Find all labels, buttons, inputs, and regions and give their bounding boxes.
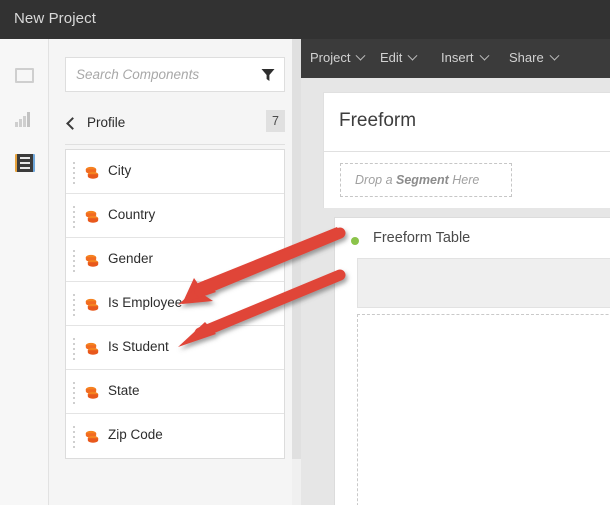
list-item-label: State bbox=[108, 383, 140, 398]
components-scrollbar[interactable] bbox=[292, 39, 301, 505]
rail-item-panel[interactable] bbox=[0, 55, 49, 95]
drag-handle-icon[interactable] bbox=[73, 426, 76, 448]
chevron-down-icon bbox=[407, 50, 418, 61]
chevron-down-icon bbox=[356, 50, 366, 61]
dimension-icon bbox=[85, 342, 99, 355]
menu-item-project[interactable]: Project bbox=[310, 50, 366, 68]
table-drop-zone[interactable] bbox=[357, 314, 610, 505]
filter-icon[interactable] bbox=[261, 68, 275, 82]
list-item-label: Gender bbox=[108, 251, 154, 266]
list-item[interactable]: Country bbox=[66, 194, 284, 238]
panel-title: Freeform Table bbox=[373, 230, 471, 246]
left-icon-rail bbox=[0, 39, 49, 505]
list-item[interactable]: Is Employee bbox=[66, 282, 284, 326]
segment-drop-emphasis: Segment bbox=[396, 173, 449, 187]
freeform-table-panel: Freeform Table bbox=[334, 217, 610, 505]
app-window: New Project Profile 7 bbox=[0, 0, 610, 505]
table-icon bbox=[14, 154, 35, 172]
rail-item-chart[interactable] bbox=[0, 99, 49, 139]
project-title: New Project bbox=[14, 10, 96, 27]
list-item[interactable]: City bbox=[66, 150, 284, 194]
group-count-badge: 7 bbox=[266, 110, 285, 132]
dimension-icon bbox=[85, 210, 99, 223]
list-item-label: Country bbox=[108, 207, 156, 222]
menu-bar: Project Edit Insert Share bbox=[301, 39, 610, 78]
menu-item-label: Share bbox=[509, 50, 544, 65]
status-dot bbox=[351, 237, 359, 245]
list-item-label: Zip Code bbox=[108, 427, 163, 442]
list-item[interactable]: Is Student bbox=[66, 326, 284, 370]
menu-item-label: Edit bbox=[380, 50, 403, 65]
segment-drop-label: Drop a Segment Here bbox=[355, 173, 479, 187]
drag-handle-icon[interactable] bbox=[73, 162, 76, 184]
project-name: Freeform bbox=[339, 110, 417, 131]
list-item-label: Is Employee bbox=[108, 295, 183, 310]
drag-handle-icon[interactable] bbox=[73, 250, 76, 272]
segment-drop-suffix: Here bbox=[448, 173, 480, 187]
dimension-icon bbox=[85, 430, 99, 443]
components-list: City Country Gender Is Employee Is Stude… bbox=[65, 149, 285, 459]
list-item-label: City bbox=[108, 163, 132, 178]
drag-handle-icon[interactable] bbox=[73, 382, 76, 404]
menu-item-label: Project bbox=[310, 50, 351, 65]
list-item[interactable]: Zip Code bbox=[66, 414, 284, 458]
scrollbar-thumb[interactable] bbox=[292, 39, 301, 459]
menu-item-share[interactable]: Share bbox=[509, 50, 560, 68]
segment-drop-zone[interactable]: Drop a Segment Here bbox=[340, 163, 512, 197]
search-input[interactable] bbox=[66, 58, 256, 91]
dimension-icon bbox=[85, 298, 99, 311]
chevron-left-icon[interactable] bbox=[66, 117, 79, 130]
list-item[interactable]: Gender bbox=[66, 238, 284, 282]
dimension-icon bbox=[85, 386, 99, 399]
menu-item-insert[interactable]: Insert bbox=[441, 50, 489, 68]
group-name: Profile bbox=[87, 115, 126, 130]
components-panel: Profile 7 City bbox=[50, 39, 301, 505]
project-canvas: Freeform Drop a Segment Here Freeform Ta… bbox=[301, 78, 610, 505]
rail-item-table[interactable] bbox=[0, 143, 49, 183]
table-header-band bbox=[357, 258, 610, 308]
project-header-card: Freeform bbox=[323, 92, 610, 152]
search-components-wrap bbox=[65, 57, 285, 92]
list-item-label: Is Student bbox=[108, 339, 169, 354]
chart-icon bbox=[15, 111, 34, 127]
title-bar: New Project bbox=[0, 0, 610, 39]
workspace: Project Edit Insert Share Freeform Drop … bbox=[301, 39, 610, 505]
chevron-down-icon bbox=[479, 50, 489, 61]
drag-handle-icon[interactable] bbox=[73, 338, 76, 360]
panel-icon bbox=[15, 67, 34, 83]
dimension-icon bbox=[85, 166, 99, 179]
menu-item-edit[interactable]: Edit bbox=[380, 50, 418, 68]
chevron-down-icon bbox=[549, 50, 560, 61]
segment-drop-prefix: Drop a bbox=[355, 173, 396, 187]
drag-handle-icon[interactable] bbox=[73, 206, 76, 228]
list-item[interactable]: State bbox=[66, 370, 284, 414]
menu-item-label: Insert bbox=[441, 50, 474, 65]
component-group-header: Profile 7 bbox=[65, 109, 285, 145]
drag-handle-icon[interactable] bbox=[73, 294, 76, 316]
segment-bar: Drop a Segment Here bbox=[323, 152, 610, 208]
dimension-icon bbox=[85, 254, 99, 267]
